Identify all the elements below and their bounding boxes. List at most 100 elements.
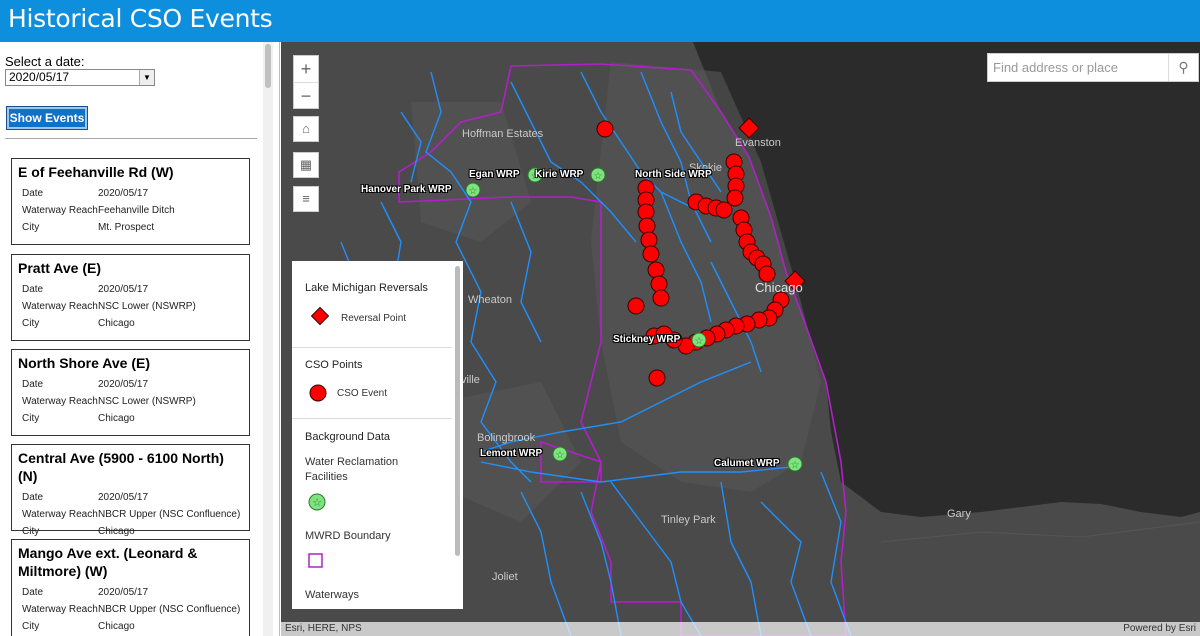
event-card[interactable]: North Shore Ave (E) Date 2020/05/17 Water…: [11, 349, 250, 436]
legend-cso-title: CSO Points: [305, 359, 363, 371]
divider: [5, 138, 257, 139]
town-label: Evanston: [735, 137, 781, 149]
home-icon: ⌂: [302, 121, 310, 136]
cso-event[interactable]: [647, 261, 665, 279]
attribution-left: Esri, HERE, NPS: [285, 623, 362, 634]
home-button[interactable]: ⌂: [293, 116, 319, 142]
zoom-in-button[interactable]: +: [294, 56, 318, 82]
town-label: Hoffman Estates: [462, 128, 544, 140]
event-date-row: Date 2020/05/17: [18, 489, 243, 506]
zoom-out-button[interactable]: −: [294, 82, 318, 108]
cso-event[interactable]: [715, 201, 733, 219]
boundary-swatch: [308, 553, 323, 568]
date-value: 2020/05/17: [98, 492, 149, 503]
town-label: Wheaton: [468, 294, 513, 306]
cso-event[interactable]: [627, 297, 645, 315]
date-select[interactable]: 2020/05/17 ▼: [5, 69, 155, 86]
legend-boundary: MWRD Boundary: [305, 530, 391, 542]
show-events-button[interactable]: Show Events: [6, 106, 88, 130]
event-date-row: Date 2020/05/17: [18, 376, 243, 393]
chevron-down-icon[interactable]: ▼: [139, 70, 154, 85]
legend-scrollbar[interactable]: [455, 266, 460, 556]
wrp-marker[interactable]: ☆: [691, 332, 707, 348]
wrf-swatch: ☆: [308, 493, 326, 511]
date-value: 2020/05/17: [98, 284, 149, 295]
cso-event[interactable]: [650, 275, 668, 293]
reach-value: NSC Lower (NSWRP): [98, 301, 196, 312]
city-value: Chicago: [98, 526, 135, 537]
svg-text:☆: ☆: [695, 336, 704, 347]
legend-background-title: Background Data: [305, 431, 390, 443]
event-card[interactable]: Pratt Ave (E) Date 2020/05/17 Waterway Re…: [11, 254, 250, 341]
wrp-marker[interactable]: ☆: [465, 182, 481, 198]
event-card[interactable]: E of Feehanville Rd (W) Date 2020/05/17 W…: [11, 158, 250, 245]
event-reach-row: Waterway Reach NBCR Upper (NSC Confluence…: [18, 506, 243, 523]
event-date-row: Date 2020/05/17: [18, 584, 243, 601]
cso-event[interactable]: [652, 289, 670, 307]
app-title: Historical CSO Events: [8, 4, 273, 33]
cso-event[interactable]: [596, 120, 614, 138]
cso-event[interactable]: [648, 369, 666, 387]
city-value: Chicago: [98, 621, 135, 632]
event-city-row: City Chicago: [18, 523, 243, 540]
attribution-bar: Esri, HERE, NPS Powered by Esri: [281, 622, 1200, 636]
reach-value: Feehanville Ditch: [98, 205, 175, 216]
svg-text:☆: ☆: [791, 460, 800, 471]
legend-divider: [292, 347, 452, 348]
reach-value: NBCR Upper (NSC Confluence): [98, 604, 241, 615]
wrp-marker[interactable]: ☆: [552, 446, 568, 462]
search-button[interactable]: ⚲: [1168, 54, 1198, 81]
city-value: Chicago: [98, 413, 135, 424]
date-key: Date: [22, 284, 44, 295]
svg-text:☆: ☆: [469, 186, 478, 197]
legend-waterways: Waterways: [305, 589, 359, 601]
legend-toggle-button[interactable]: ≡: [293, 186, 319, 212]
event-reach-row: Waterway Reach NBCR Upper (NSC Confluence…: [18, 601, 243, 618]
wrp-marker[interactable]: ☆: [787, 456, 803, 472]
date-key: Date: [22, 587, 44, 598]
city-key: City: [22, 621, 40, 632]
wrp-label: Lemont WRP: [480, 448, 543, 459]
reach-key: Waterway Reach: [22, 509, 98, 520]
event-title: E of Feehanville Rd (W): [18, 164, 174, 180]
basemap-gallery-button[interactable]: ▦: [293, 152, 319, 178]
grid-icon: ▦: [299, 157, 313, 172]
attribution-right[interactable]: Powered by Esri: [1123, 623, 1196, 634]
date-key: Date: [22, 188, 44, 199]
event-card[interactable]: Mango Ave ext. (Leonard & Miltmore) (W) …: [11, 539, 250, 636]
event-title: Mango Ave ext. (Leonard & Miltmore) (W): [18, 545, 198, 579]
cso-event[interactable]: [640, 231, 658, 249]
title-bar: Historical CSO Events: [0, 0, 1200, 42]
date-value: 2020/05/17: [98, 587, 149, 598]
event-reach-row: Waterway Reach Feehanville Ditch: [18, 202, 243, 219]
event-card[interactable]: Central Ave (5900 - 6100 North) (N) Date…: [11, 444, 250, 537]
wrp-marker[interactable]: ☆: [590, 167, 606, 183]
legend-reversals-title: Lake Michigan Reversals: [305, 282, 428, 294]
event-city-row: City Chicago: [18, 410, 243, 427]
city-label: Chicago: [755, 280, 803, 295]
cso-event[interactable]: [642, 245, 660, 263]
city-value: Mt. Prospect: [98, 222, 155, 233]
legend-cso-event: CSO Event: [337, 388, 388, 399]
event-title: North Shore Ave (E): [18, 355, 150, 371]
cso-event[interactable]: [638, 217, 656, 235]
date-value: 2020/05/17: [98, 188, 149, 199]
scrollbar-thumb[interactable]: [265, 44, 271, 88]
event-reach-row: Waterway Reach NSC Lower (NSWRP): [18, 298, 243, 315]
sidebar-scrollbar[interactable]: [263, 42, 273, 636]
list-icon: ≡: [302, 191, 310, 206]
wrp-label: Egan WRP: [469, 169, 520, 180]
reach-value: NBCR Upper (NSC Confluence): [98, 509, 241, 520]
town-label: Tinley Park: [661, 514, 716, 526]
search-icon: ⚲: [1178, 59, 1189, 75]
event-title: Central Ave (5900 - 6100 North) (N): [18, 450, 224, 484]
date-key: Date: [22, 379, 44, 390]
reach-key: Waterway Reach: [22, 205, 98, 216]
map-view[interactable]: ☆ ☆ ☆ ☆ ☆ ☆ Hoffman Estates Evanston Sko…: [281, 42, 1200, 636]
svg-text:☆: ☆: [556, 450, 565, 461]
search-input[interactable]: [988, 54, 1163, 81]
zoom-control: + −: [293, 55, 319, 109]
event-city-row: City Chicago: [18, 618, 243, 635]
date-value: 2020/05/17: [98, 379, 149, 390]
legend-divider: [292, 418, 452, 419]
